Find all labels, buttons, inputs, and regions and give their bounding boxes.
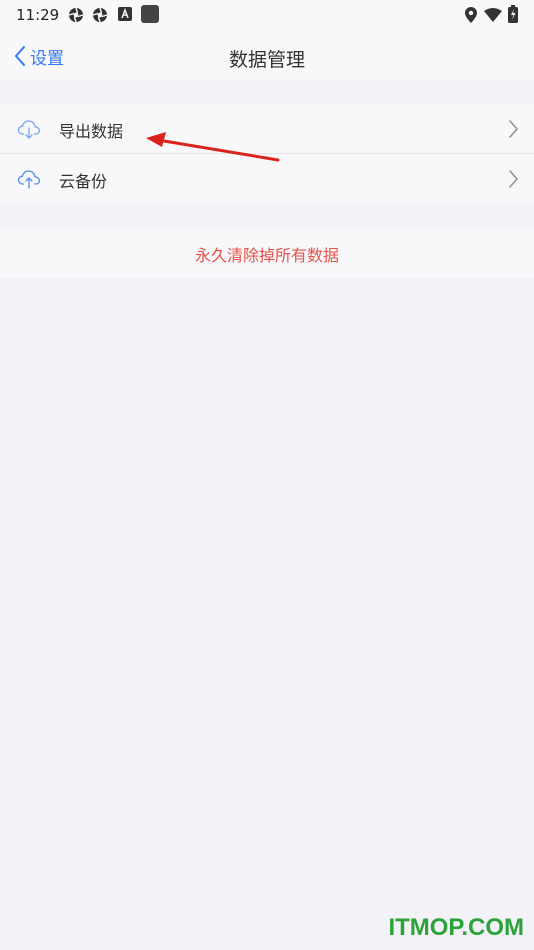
wifi-icon	[484, 8, 502, 22]
chevron-right-icon	[509, 170, 518, 188]
annotation-arrow	[146, 132, 280, 162]
status-time: 11:29	[16, 6, 60, 24]
page-title: 数据管理	[228, 49, 305, 71]
clear-all-data-label: 永久清除掉所有数据	[194, 246, 339, 265]
cloud-upload-icon	[17, 170, 41, 189]
export-data-label: 导出数据	[59, 122, 124, 141]
chevron-right-icon	[509, 120, 518, 138]
app-icon	[68, 7, 84, 23]
font-icon	[118, 7, 132, 21]
battery-icon	[508, 5, 518, 23]
app-icon	[92, 7, 108, 23]
location-icon	[465, 7, 477, 23]
cloud-backup-label: 云备份	[59, 172, 108, 191]
cloud-download-icon	[17, 120, 41, 139]
watermark-logo: ITMOP.COM	[388, 914, 524, 941]
clear-all-data-button[interactable]: 永久清除掉所有数据	[0, 228, 534, 278]
nav-bar: 设置 数据管理	[0, 28, 534, 80]
square-icon	[141, 5, 159, 23]
status-bar: 11:29	[0, 0, 534, 28]
